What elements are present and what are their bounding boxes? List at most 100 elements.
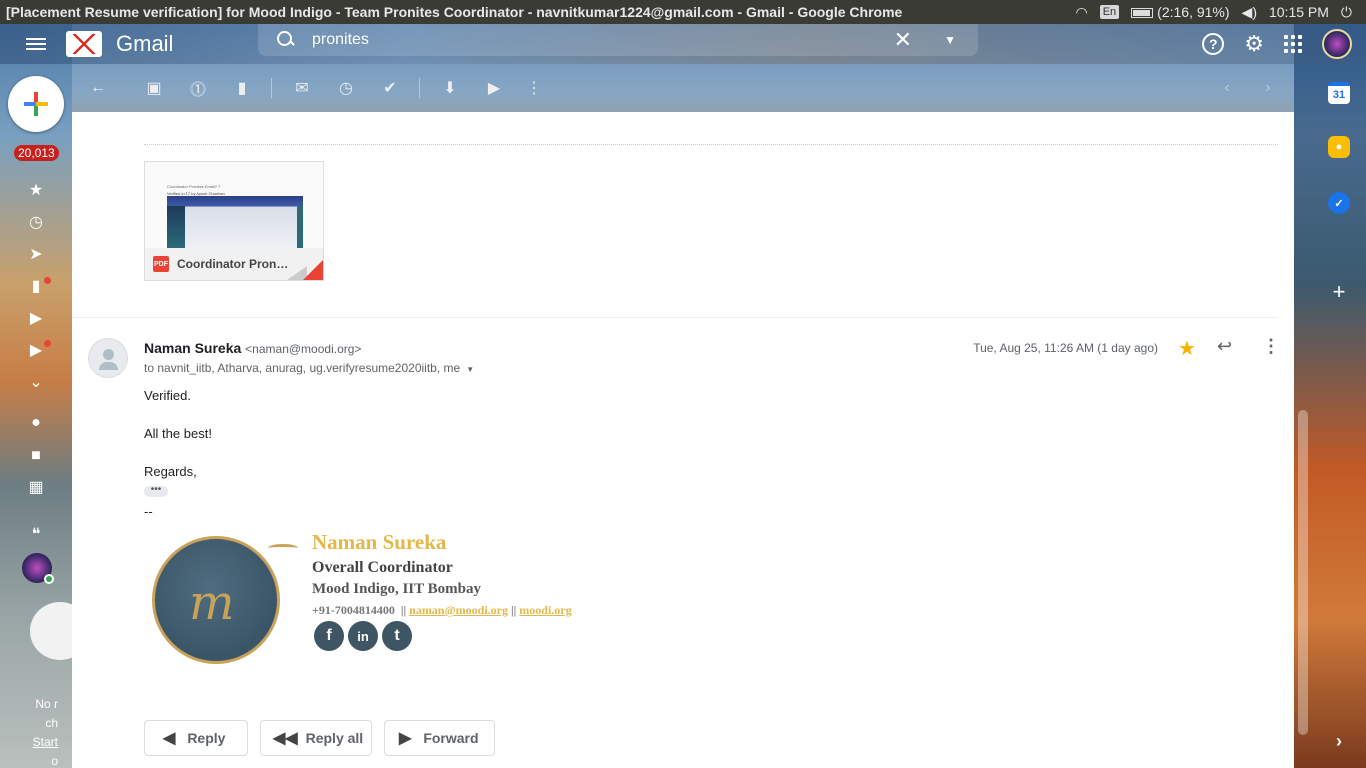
main-menu-icon[interactable] — [26, 24, 46, 64]
gmail-logo[interactable]: Gmail — [66, 24, 173, 64]
show-trimmed-content-button[interactable]: ••• — [144, 485, 168, 497]
add-to-tasks-icon[interactable]: ✔ — [380, 78, 400, 98]
sent-icon[interactable]: ➤ — [26, 245, 46, 265]
starred-icon[interactable]: ★ — [26, 181, 46, 201]
get-addons-plus-icon[interactable]: + — [1328, 279, 1350, 304]
pdf-attachment-card[interactable]: Coordinator Pronites Email? 7 Verified i… — [144, 161, 324, 281]
snooze-clock-icon[interactable]: ◷ — [336, 78, 356, 98]
body-line: Verified. — [144, 388, 191, 403]
help-icon[interactable]: ? — [1202, 33, 1225, 55]
body-line: Regards, — [144, 464, 197, 479]
more-options-icon[interactable]: ⋮ — [524, 78, 544, 98]
message-more-icon[interactable]: ⋮ — [1262, 336, 1280, 357]
attachment-preview-screenshot — [167, 196, 303, 248]
show-details-caret-icon[interactable]: ▼ — [466, 365, 474, 374]
inbox-unread-badge[interactable]: 20,013 — [14, 145, 59, 161]
online-status-dot — [44, 574, 54, 584]
scrollbar[interactable] — [1298, 410, 1308, 735]
hangouts-footer-text: No r ch Start o — [18, 695, 58, 768]
search-bar[interactable]: pronites ✕ ▼ — [258, 24, 978, 56]
reply-label: Reply — [187, 730, 226, 746]
meet-video-icon[interactable]: ■ — [26, 446, 46, 466]
search-options-icon[interactable]: ▼ — [944, 33, 956, 47]
google-apps-icon[interactable] — [1284, 35, 1302, 53]
search-icon[interactable] — [276, 30, 296, 50]
keep-icon[interactable]: ● — [1328, 136, 1350, 158]
label-notification-dot — [44, 340, 51, 347]
settings-gear-icon[interactable]: ⚙ — [1244, 31, 1264, 57]
clock[interactable]: 10:15 PM — [1269, 4, 1329, 20]
attachment-filename: Coordinator Pronit... — [177, 257, 289, 271]
facebook-icon[interactable]: f — [314, 621, 344, 651]
sender-avatar[interactable] — [88, 338, 128, 378]
message-toolbar: ← ▣ ⓵ ▮ ✉ ◷ ✔ ⬇ ▶ ⋮ ‹ › — [72, 64, 1294, 112]
preview-title: Coordinator Pronites Email? 7 — [167, 184, 221, 189]
snoozed-clock-icon[interactable]: ◷ — [26, 213, 46, 233]
body-line: All the best! — [144, 426, 212, 441]
twitter-icon[interactable]: t — [382, 621, 412, 651]
reply-icon: ◀ — [163, 730, 176, 747]
window-title: [Placement Resume verification] for Mood… — [6, 4, 903, 20]
reply-all-button[interactable]: ◀◀ Reply all — [260, 720, 372, 756]
battery-text: (2:16, 91%) — [1157, 4, 1230, 20]
power-icon[interactable]: ⏻ — [1341, 4, 1352, 21]
recipients-line: to navnit_iitb, Atharva, anurag, ug.veri… — [144, 361, 474, 375]
signature-phone: +91-7004814400 — [312, 603, 395, 617]
footer-line: o — [51, 754, 58, 768]
footer-line: ch — [45, 716, 58, 730]
keyboard-icon[interactable]: ▦ — [26, 478, 46, 498]
back-arrow-icon[interactable]: ← — [88, 78, 108, 98]
signature-separator: -- — [144, 504, 153, 519]
message-view: Coordinator Pronites Email? 7 Verified i… — [72, 112, 1294, 768]
delete-trash-icon[interactable]: ▮ — [232, 78, 252, 98]
wifi-icon[interactable]: ◠ — [1075, 4, 1087, 21]
forward-button[interactable]: ▶ Forward — [384, 720, 495, 756]
older-chevron-right-icon[interactable]: › — [1258, 78, 1278, 98]
battery-indicator[interactable]: (2:16, 91%) — [1131, 4, 1230, 20]
volume-icon[interactable]: ◀) — [1242, 4, 1257, 21]
move-to-icon[interactable]: ⬇ — [440, 78, 460, 98]
clear-search-icon[interactable]: ✕ — [894, 27, 912, 53]
label-icon-2[interactable]: ▶ — [26, 341, 46, 361]
meet-new-meeting-icon[interactable]: ● — [26, 413, 46, 433]
logo-mark: m — [189, 575, 235, 631]
signature-contact: +91-7004814400 || naman@moodi.org || moo… — [312, 603, 572, 618]
sender-name[interactable]: Naman Sureka — [144, 340, 241, 356]
star-icon[interactable]: ★ — [1178, 336, 1196, 361]
signature-org: Mood Indigo, IIT Bombay — [312, 581, 481, 597]
drafts-icon[interactable]: ▮ — [26, 277, 46, 297]
battery-icon — [1131, 8, 1154, 19]
message-date: Tue, Aug 25, 11:26 AM (1 day ago) — [973, 341, 1158, 355]
logo-swoosh — [268, 544, 298, 552]
search-input[interactable]: pronites — [312, 31, 894, 49]
message-divider — [72, 317, 1278, 318]
tasks-icon[interactable]: ✓ — [1328, 192, 1350, 214]
signature-website-link[interactable]: moodi.org — [519, 603, 571, 617]
keyboard-language[interactable]: En — [1099, 5, 1120, 19]
linkedin-icon[interactable]: in — [348, 621, 378, 651]
footer-line[interactable]: Start — [18, 733, 58, 752]
labels-icon[interactable]: ▶ — [484, 78, 504, 98]
more-chevron-down-icon[interactable]: ⌄ — [26, 373, 46, 393]
mark-unread-icon[interactable]: ✉ — [292, 78, 312, 98]
reply-arrow-icon[interactable]: ↩ — [1217, 336, 1232, 357]
archive-icon[interactable]: ▣ — [144, 78, 164, 98]
hide-panel-chevron-icon[interactable]: › — [1328, 730, 1350, 752]
reply-button[interactable]: ◀ Reply — [144, 720, 248, 756]
toolbar-divider — [271, 78, 272, 98]
mood-indigo-logo: m — [152, 536, 280, 664]
attachment-thumbnail: Coordinator Pronites Email? 7 Verified i… — [145, 162, 323, 248]
forward-icon: ▶ — [399, 730, 412, 747]
signature-email-link[interactable]: naman@moodi.org — [409, 603, 508, 617]
calendar-icon[interactable]: 31 — [1328, 82, 1350, 104]
label-icon[interactable]: ▶ — [26, 309, 46, 329]
sender-email: <naman@moodi.org> — [245, 342, 362, 356]
drafts-notification-dot — [44, 277, 51, 284]
reply-all-icon: ◀◀ — [273, 730, 298, 747]
account-avatar[interactable] — [1322, 29, 1352, 59]
hangouts-icon[interactable]: ❝ — [26, 525, 46, 545]
gmail-m-icon — [66, 31, 102, 57]
newer-chevron-left-icon[interactable]: ‹ — [1217, 78, 1237, 98]
report-spam-icon[interactable]: ⓵ — [188, 78, 208, 99]
compose-button[interactable] — [8, 76, 64, 132]
